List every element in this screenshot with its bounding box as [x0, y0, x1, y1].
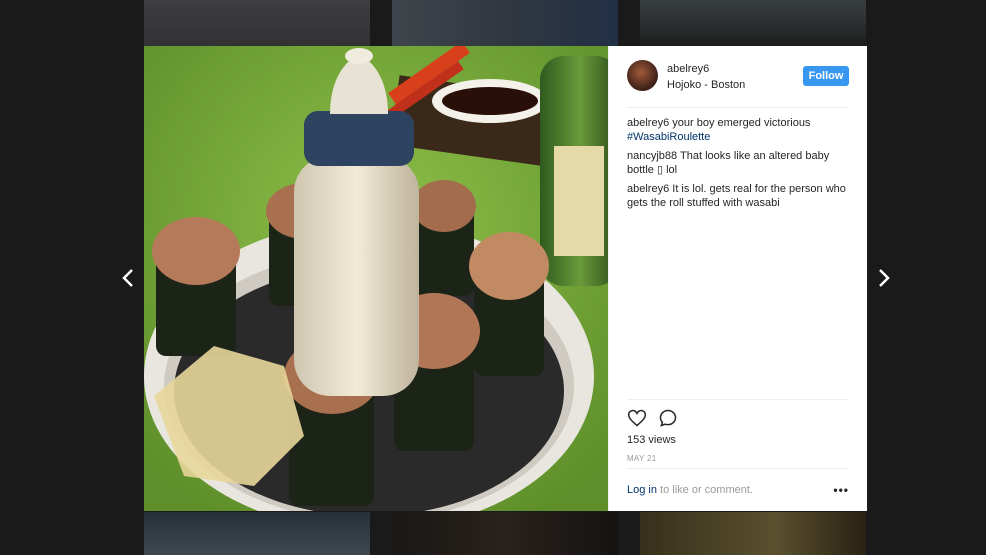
post-sidebar: abelrey6 Hojoko - Boston Follow abelrey6…: [608, 46, 867, 511]
hashtag-link[interactable]: #WasabiRoulette: [627, 131, 710, 143]
sushi-photo-image: [144, 46, 608, 511]
view-count: 153 views: [627, 434, 676, 446]
post-header: abelrey6 Hojoko - Boston Follow: [627, 60, 849, 94]
login-link[interactable]: Log in: [627, 484, 657, 496]
comment-item: abelrey6 It is lol. gets real for the pe…: [627, 182, 849, 210]
comment-text: your boy emerged victorious: [669, 117, 811, 129]
location[interactable]: Hojoko - Boston: [667, 79, 745, 91]
post-photo: [144, 46, 608, 511]
divider: [627, 399, 849, 400]
comment-username[interactable]: nancyjb88: [627, 150, 677, 162]
comment-username[interactable]: abelrey6: [627, 183, 669, 195]
action-bar: [627, 408, 727, 428]
chevron-left-icon[interactable]: [117, 266, 141, 290]
avatar[interactable]: [627, 60, 658, 91]
post-date[interactable]: MAY 21: [627, 454, 657, 463]
comment-item: abelrey6 your boy emerged victorious #Wa…: [627, 116, 849, 144]
comment-username[interactable]: abelrey6: [627, 117, 669, 129]
comment-icon[interactable]: [658, 408, 678, 428]
heart-icon[interactable]: [627, 408, 647, 428]
post-modal: abelrey6 Hojoko - Boston Follow abelrey6…: [144, 46, 867, 511]
divider: [627, 107, 849, 108]
more-options-button[interactable]: •••: [833, 483, 849, 497]
comment-item: nancyjb88 That looks like an altered bab…: [627, 149, 849, 177]
sushi-roll: [152, 217, 240, 356]
username[interactable]: abelrey6: [667, 63, 709, 75]
sushi-roll: [469, 232, 549, 376]
follow-button[interactable]: Follow: [803, 66, 849, 86]
login-prompt-text: to like or comment.: [656, 484, 753, 496]
chevron-right-icon[interactable]: [871, 266, 895, 290]
comment-list: abelrey6 your boy emerged victorious #Wa…: [627, 116, 849, 215]
sushi-roll: [412, 180, 476, 296]
login-prompt: Log in to like or comment.: [627, 484, 753, 496]
divider: [627, 468, 849, 469]
